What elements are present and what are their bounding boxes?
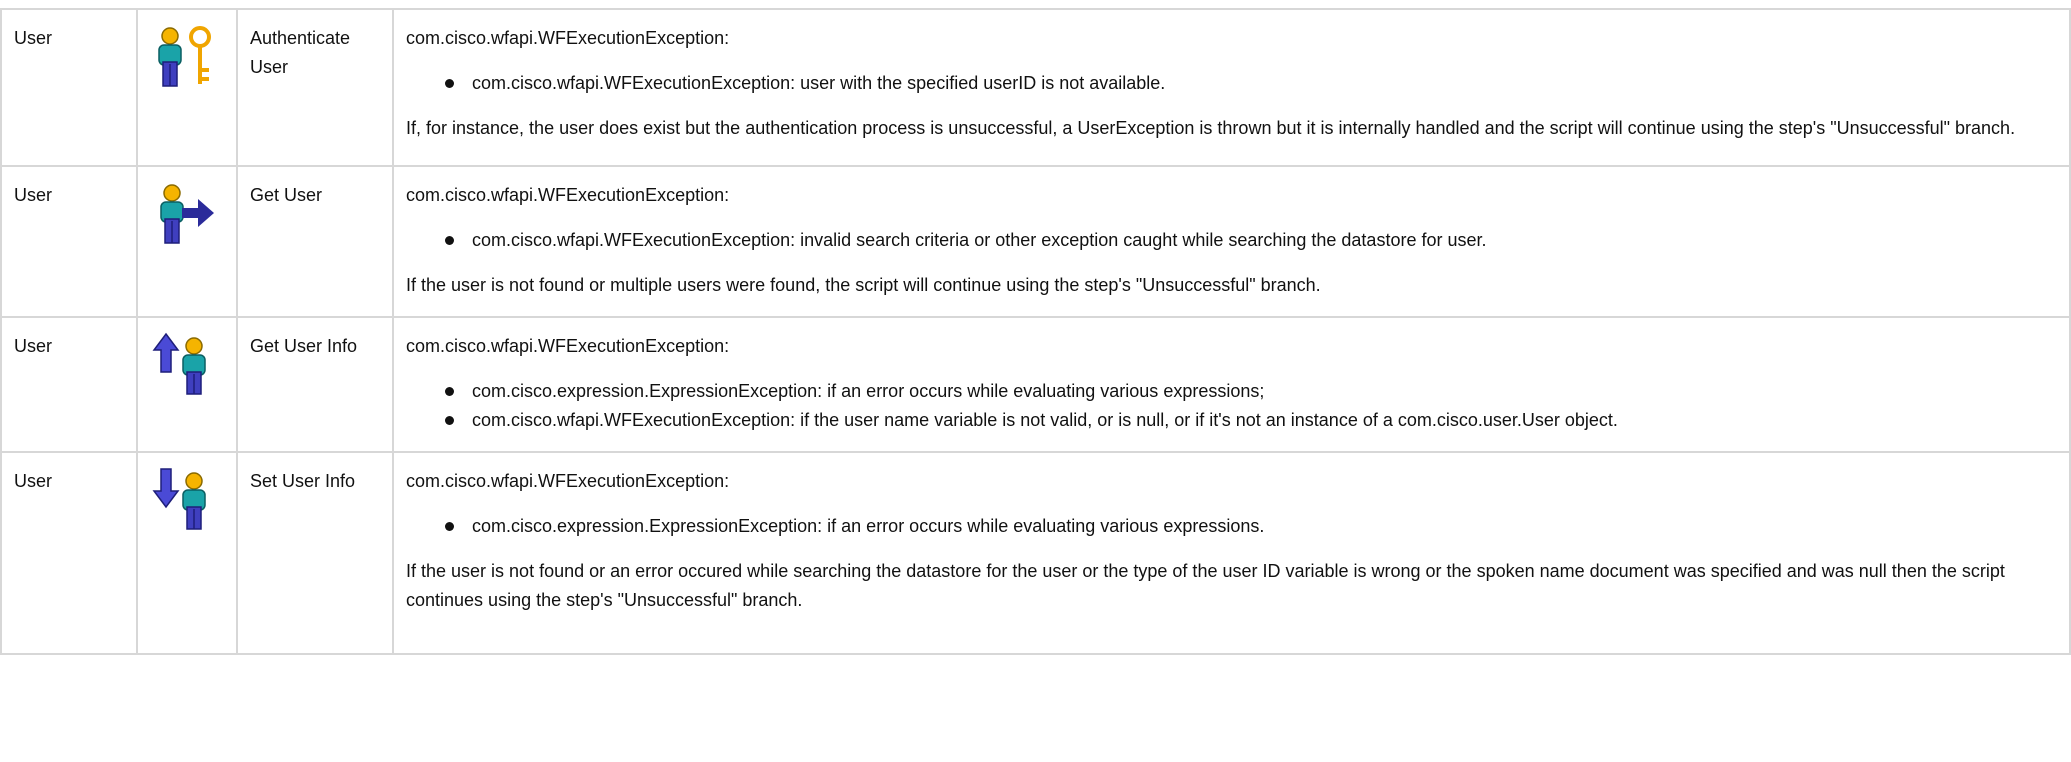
steps-exception-table: User Authenticate User com.cisco.wfapi.W… bbox=[0, 8, 2071, 655]
table-row: User Get User Info com.cisco.wfapi.WFExe… bbox=[0, 316, 2071, 453]
exception-title: com.cisco.wfapi.WFExecutionException: bbox=[406, 471, 730, 491]
list-item: com.cisco.wfapi.WFExecutionException: in… bbox=[445, 226, 2057, 255]
table-row: User Authenticate User com.cisco.wfapi.W… bbox=[0, 8, 2071, 167]
category-cell: User bbox=[0, 451, 138, 655]
category-cell: User bbox=[0, 316, 138, 453]
table-row: User Set User Info com.cisco.wfapi.WFExe… bbox=[0, 451, 2071, 655]
list-item: com.cisco.wfapi.WFExecutionException: us… bbox=[445, 69, 2057, 98]
list-item: com.cisco.expression.ExpressionException… bbox=[445, 377, 2057, 406]
step-name-cell: Get User bbox=[236, 165, 394, 318]
get-user-icon bbox=[152, 181, 222, 251]
step-name-cell: Get User Info bbox=[236, 316, 394, 453]
exception-note: If the user is not found or an error occ… bbox=[406, 561, 2005, 610]
category-cell: User bbox=[0, 8, 138, 167]
exception-note: If, for instance, the user does exist bu… bbox=[406, 118, 2016, 138]
list-item: com.cisco.wfapi.WFExecutionException: if… bbox=[445, 406, 2057, 435]
exception-note: If the user is not found or multiple use… bbox=[406, 275, 1321, 295]
step-name-cell: Set User Info bbox=[236, 451, 394, 655]
exception-title: com.cisco.wfapi.WFExecutionException: bbox=[406, 336, 730, 356]
step-name-cell: Authenticate User bbox=[236, 8, 394, 167]
icon-cell bbox=[136, 8, 238, 167]
exception-list: com.cisco.wfapi.WFExecutionException: in… bbox=[406, 226, 2057, 255]
icon-cell bbox=[136, 165, 238, 318]
exception-list: com.cisco.wfapi.WFExecutionException: us… bbox=[406, 69, 2057, 98]
exception-list: com.cisco.expression.ExpressionException… bbox=[406, 377, 2057, 435]
exception-title: com.cisco.wfapi.WFExecutionException: bbox=[406, 28, 730, 48]
category-cell: User bbox=[0, 165, 138, 318]
exception-cell: com.cisco.wfapi.WFExecutionException: co… bbox=[392, 316, 2071, 453]
exception-cell: com.cisco.wfapi.WFExecutionException: co… bbox=[392, 451, 2071, 655]
set-user-info-icon bbox=[152, 467, 222, 537]
list-item: com.cisco.expression.ExpressionException… bbox=[445, 512, 2057, 541]
exception-list: com.cisco.expression.ExpressionException… bbox=[406, 512, 2057, 541]
exception-title: com.cisco.wfapi.WFExecutionException: bbox=[406, 185, 730, 205]
exception-cell: com.cisco.wfapi.WFExecutionException: co… bbox=[392, 165, 2071, 318]
get-user-info-icon bbox=[152, 332, 222, 402]
exception-cell: com.cisco.wfapi.WFExecutionException: co… bbox=[392, 8, 2071, 167]
table-row: User Get User com.cisco.wfapi.WFExecutio… bbox=[0, 165, 2071, 318]
icon-cell bbox=[136, 316, 238, 453]
icon-cell bbox=[136, 451, 238, 655]
authenticate-user-icon bbox=[152, 24, 222, 94]
